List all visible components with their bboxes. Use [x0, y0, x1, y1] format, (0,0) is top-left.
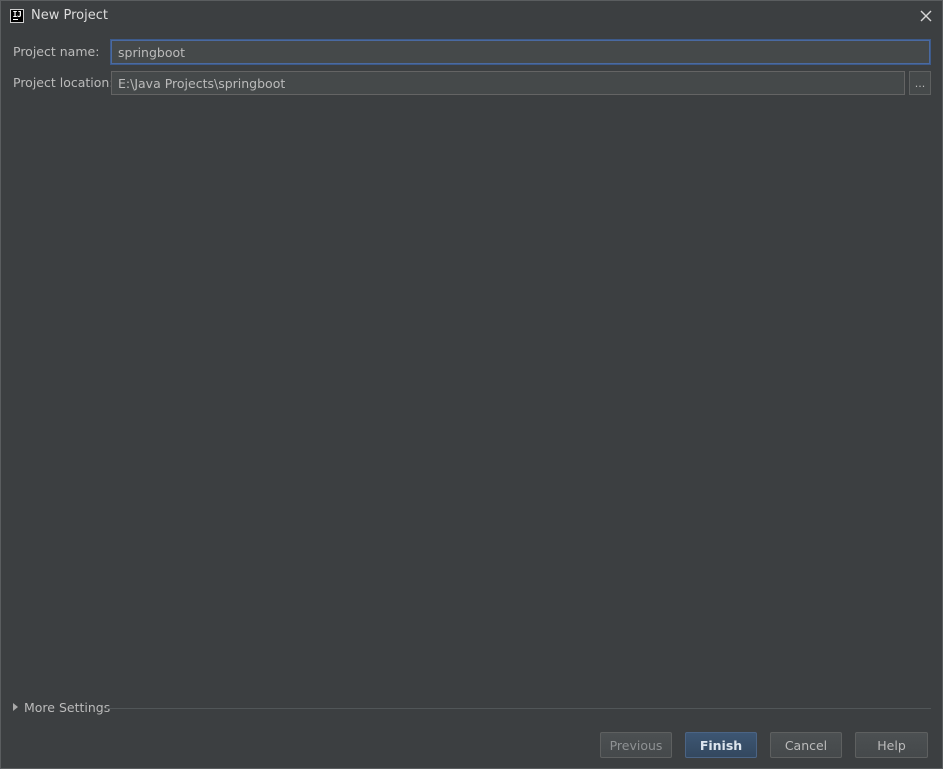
expand-arrow-icon[interactable]: [13, 703, 18, 711]
cancel-button[interactable]: Cancel: [770, 732, 842, 758]
previous-button[interactable]: Previous: [600, 732, 672, 758]
project-location-row: Project location: ...: [1, 71, 942, 95]
project-location-input[interactable]: [111, 71, 905, 95]
title-bar: IJ New Project: [1, 1, 942, 32]
project-name-row: Project name:: [1, 40, 942, 64]
project-name-input[interactable]: [111, 40, 930, 64]
browse-location-button[interactable]: ...: [909, 71, 931, 95]
separator-line: [105, 708, 931, 709]
finish-button[interactable]: Finish: [685, 732, 757, 758]
close-button[interactable]: [916, 6, 936, 26]
ellipsis-icon: ...: [914, 76, 926, 90]
project-name-label: Project name:: [13, 44, 100, 59]
help-button[interactable]: Help: [855, 732, 928, 758]
new-project-dialog: IJ New Project Project name: Project loc…: [0, 0, 943, 769]
app-icon-text: IJ: [12, 10, 22, 19]
close-icon: [920, 10, 932, 22]
more-settings-toggle[interactable]: More Settings: [24, 700, 110, 715]
intellij-app-icon: IJ: [10, 9, 24, 23]
project-location-label: Project location:: [13, 75, 114, 90]
more-settings-section: More Settings: [13, 700, 931, 716]
window-title: New Project: [31, 8, 108, 23]
